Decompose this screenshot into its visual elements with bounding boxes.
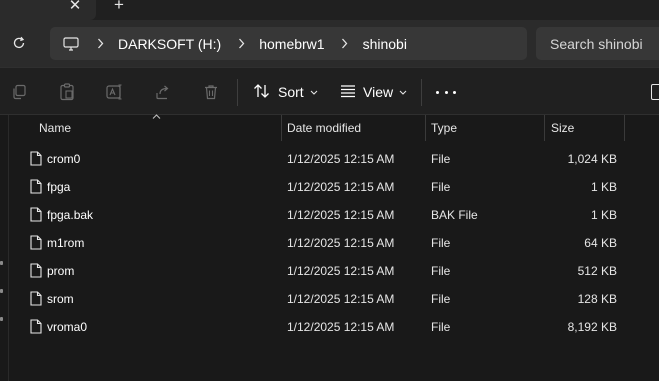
plus-icon[interactable]: + (110, 0, 128, 14)
file-row[interactable]: srom 1/12/2025 12:15 AM File 128 KB (10, 285, 659, 313)
column-header-type[interactable]: Type (431, 115, 457, 141)
pane-divider (8, 115, 9, 381)
paste-icon[interactable] (58, 83, 76, 101)
file-size: 64 KB (584, 236, 617, 250)
address-bar[interactable]: DARKSOFT (H:) homebrw1 shinobi (50, 27, 527, 60)
chevron-down-icon (399, 90, 407, 95)
toolbar-divider (237, 79, 238, 106)
file-list: Name Date modified Type Size crom0 1/12/2… (0, 112, 659, 381)
chevron-right-icon[interactable] (339, 37, 351, 51)
column-header-name[interactable]: Name (39, 115, 71, 141)
tab-strip: ✕ + (0, 0, 659, 20)
breadcrumb-folder[interactable]: homebrw1 (259, 36, 324, 52)
file-date-modified: 1/12/2025 12:15 AM (287, 264, 395, 278)
file-icon (30, 207, 42, 222)
file-size: 1 KB (590, 208, 617, 222)
file-name[interactable]: fpga (47, 173, 70, 201)
view-label: View (363, 84, 394, 100)
column-divider[interactable] (624, 115, 625, 141)
file-name[interactable]: prom (47, 257, 74, 285)
scroll-indicator (0, 261, 3, 265)
file-size: 8,192 KB (567, 320, 617, 334)
file-row[interactable]: m1rom 1/12/2025 12:15 AM File 64 KB (10, 229, 659, 257)
active-tab[interactable]: ✕ (0, 0, 96, 20)
toolbar-divider (421, 79, 422, 106)
sort-icon (253, 83, 271, 102)
file-date-modified: 1/12/2025 12:15 AM (287, 152, 395, 166)
file-name[interactable]: fpga.bak (47, 201, 93, 229)
file-type: File (431, 236, 451, 250)
file-name[interactable]: vroma0 (47, 313, 87, 341)
column-divider[interactable] (425, 115, 426, 141)
column-divider[interactable] (544, 115, 545, 141)
file-date-modified: 1/12/2025 12:15 AM (287, 208, 395, 222)
file-name[interactable]: srom (47, 285, 74, 313)
command-bar: Sort View (0, 67, 659, 115)
file-size: 1 KB (590, 180, 617, 194)
close-icon[interactable]: ✕ (66, 0, 84, 15)
file-type: File (431, 292, 451, 306)
rename-icon[interactable] (106, 83, 124, 101)
details-pane-icon[interactable] (651, 84, 659, 100)
file-icon (30, 291, 42, 306)
delete-icon[interactable] (202, 83, 220, 101)
column-divider[interactable] (281, 115, 282, 141)
file-row[interactable]: fpga 1/12/2025 12:15 AM File 1 KB (10, 173, 659, 201)
chevron-right-icon[interactable] (94, 37, 106, 51)
file-name[interactable]: crom0 (47, 145, 80, 173)
refresh-icon[interactable] (8, 32, 30, 54)
file-date-modified: 1/12/2025 12:15 AM (287, 180, 395, 194)
breadcrumb-drive[interactable]: DARKSOFT (H:) (118, 36, 221, 52)
sort-ascending-icon (151, 112, 161, 120)
file-icon (30, 179, 42, 194)
more-options-icon[interactable] (436, 84, 456, 100)
file-size: 128 KB (577, 292, 617, 306)
file-icon (30, 319, 42, 334)
file-row[interactable]: crom0 1/12/2025 12:15 AM File 1,024 KB (10, 145, 659, 173)
file-size: 512 KB (577, 264, 617, 278)
share-icon[interactable] (154, 83, 172, 101)
file-date-modified: 1/12/2025 12:15 AM (287, 292, 395, 306)
file-type: BAK File (431, 208, 478, 222)
column-header-size[interactable]: Size (551, 115, 574, 141)
file-date-modified: 1/12/2025 12:15 AM (287, 320, 395, 334)
file-type: File (431, 180, 451, 194)
file-type: File (431, 152, 451, 166)
file-icon (30, 263, 42, 278)
this-pc-icon[interactable] (62, 35, 80, 53)
scroll-indicator (0, 317, 3, 321)
file-type: File (431, 264, 451, 278)
file-row[interactable]: fpga.bak 1/12/2025 12:15 AM BAK File 1 KB (10, 201, 659, 229)
file-size: 1,024 KB (567, 152, 617, 166)
sort-label: Sort (278, 84, 304, 100)
file-name[interactable]: m1rom (47, 229, 84, 257)
search-box[interactable] (536, 27, 659, 60)
copy-icon[interactable] (10, 83, 28, 101)
file-row[interactable]: prom 1/12/2025 12:15 AM File 512 KB (10, 257, 659, 285)
chevron-down-icon (310, 90, 318, 95)
scroll-indicator (0, 289, 3, 293)
view-button[interactable]: View (340, 81, 407, 103)
file-type: File (431, 320, 451, 334)
file-icon (30, 151, 42, 166)
chevron-right-icon[interactable] (235, 37, 247, 51)
file-row[interactable]: vroma0 1/12/2025 12:15 AM File 8,192 KB (10, 313, 659, 341)
column-header-date[interactable]: Date modified (287, 115, 361, 141)
search-input[interactable] (550, 35, 659, 52)
breadcrumb-current[interactable]: shinobi (363, 36, 407, 52)
file-icon (30, 235, 42, 250)
view-icon (340, 84, 356, 101)
file-date-modified: 1/12/2025 12:15 AM (287, 236, 395, 250)
navigation-bar: DARKSOFT (H:) homebrw1 shinobi (0, 20, 659, 67)
sort-button[interactable]: Sort (253, 81, 318, 103)
